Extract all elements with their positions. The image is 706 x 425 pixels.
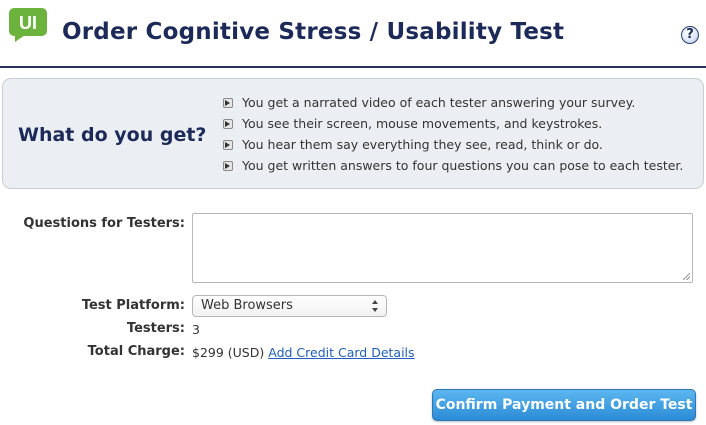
charge-row: $299 (USD) Add Credit Card Details — [192, 345, 415, 360]
testers-value: 3 — [192, 322, 200, 337]
logo-text: UI — [19, 13, 37, 33]
header-divider — [0, 66, 706, 68]
testers-label: Testers: — [126, 321, 185, 336]
add-credit-card-link[interactable]: Add Credit Card Details — [268, 345, 414, 360]
arrow-bullet-icon — [223, 160, 233, 171]
charge-value: $299 (USD) — [192, 345, 265, 360]
questions-label: Questions for Testers: — [23, 216, 185, 231]
arrow-bullet-icon — [223, 118, 233, 129]
confirm-payment-button[interactable]: Confirm Payment and Order Test — [432, 389, 696, 421]
list-item: You get written answers to four question… — [223, 155, 683, 176]
platform-select[interactable]: Web Browsers — [192, 295, 387, 317]
list-item: You hear them say everything they see, r… — [223, 134, 683, 155]
benefit-text: You hear them say everything they see, r… — [242, 137, 603, 152]
benefit-text: You get written answers to four question… — [242, 158, 684, 173]
page-header: UI Order Cognitive Stress / Usability Te… — [0, 0, 706, 66]
platform-selected-value: Web Browsers — [201, 298, 293, 313]
select-arrows-icon — [372, 300, 379, 312]
panel-heading: What do you get? — [18, 124, 207, 146]
usertesting-logo-icon: UI — [9, 8, 47, 42]
help-icon[interactable]: ? — [681, 26, 699, 44]
resize-handle-icon[interactable] — [683, 273, 690, 280]
arrow-bullet-icon — [223, 139, 233, 150]
list-item: You see their screen, mouse movements, a… — [223, 113, 683, 134]
list-item: You get a narrated video of each tester … — [223, 92, 683, 113]
charge-label: Total Charge: — [87, 344, 185, 359]
platform-label: Test Platform: — [81, 298, 185, 313]
benefit-text: You get a narrated video of each tester … — [242, 95, 636, 110]
page-title: Order Cognitive Stress / Usability Test — [62, 19, 565, 45]
benefits-panel: What do you get? You get a narrated vide… — [2, 78, 704, 189]
questions-textarea[interactable] — [192, 213, 693, 283]
benefits-list: You get a narrated video of each tester … — [223, 92, 683, 176]
benefit-text: You see their screen, mouse movements, a… — [242, 116, 603, 131]
arrow-bullet-icon — [223, 97, 233, 108]
